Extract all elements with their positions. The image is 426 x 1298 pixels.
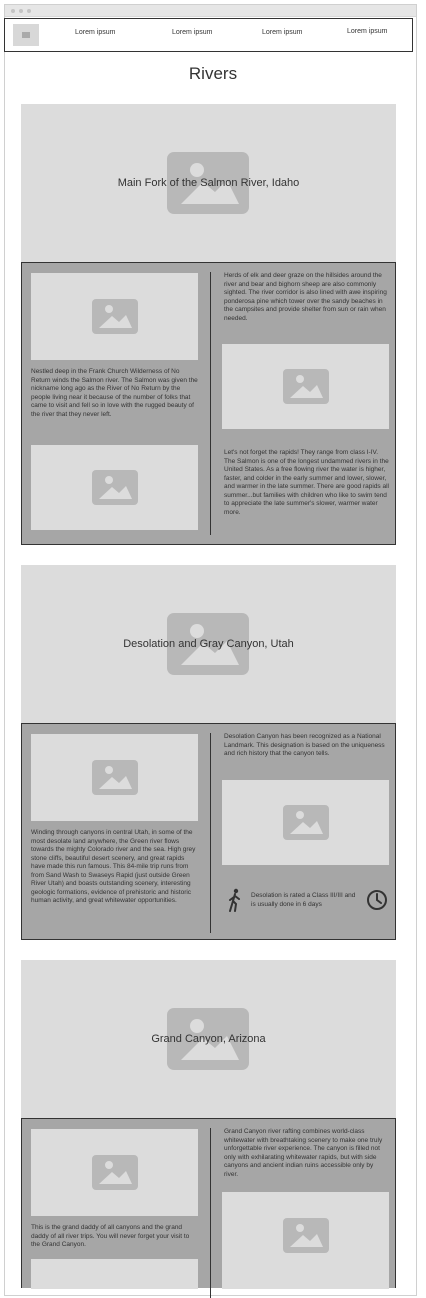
image-placeholder <box>31 734 198 821</box>
image-placeholder <box>31 1129 198 1216</box>
image-icon <box>92 1155 138 1190</box>
nav-link[interactable]: Lorem ipsum <box>262 29 302 36</box>
window-titlebar <box>5 5 416 17</box>
image-icon <box>92 470 138 505</box>
river-description: Winding through canyons in central Utah,… <box>31 829 196 904</box>
difficulty-info: Desolation is rated a Class III/III and … <box>251 892 356 908</box>
image-placeholder <box>31 273 198 360</box>
page-title: Rivers <box>188 64 238 83</box>
image-placeholder <box>31 1259 198 1289</box>
image-placeholder <box>31 445 198 530</box>
hero-caption: Grand Canyon, Arizona <box>151 1033 266 1045</box>
river-description: Grand Canyon river rafting combines worl… <box>224 1128 383 1178</box>
river-description: Desolation Canyon has been recognized as… <box>224 733 385 757</box>
image-icon <box>283 1218 329 1253</box>
clock-icon <box>367 890 387 910</box>
river-description: Let's not forget the rapids! They range … <box>224 449 389 516</box>
walking-person-icon <box>229 888 240 912</box>
nav-link[interactable]: Lorem ipsum <box>172 29 212 36</box>
hero-image: Grand Canyon, Arizona <box>21 960 396 1118</box>
river-description: Nestled deep in the Frank Church Wildern… <box>31 368 198 418</box>
river-description: This is the grand daddy of all canyons a… <box>31 1224 190 1248</box>
river-details: Winding through canyons in central Utah,… <box>21 723 396 940</box>
column-divider <box>210 1128 211 1298</box>
image-icon <box>283 805 329 840</box>
hero-caption: Main Fork of the Salmon River, Idaho <box>117 177 300 189</box>
column-divider <box>210 272 211 535</box>
image-placeholder <box>222 1192 389 1289</box>
hero-image: Main Fork of the Salmon River, Idaho <box>21 104 396 262</box>
window-control-dot[interactable] <box>27 9 31 13</box>
image-icon <box>92 760 138 795</box>
nav-link[interactable]: Lorem ipsum <box>347 28 387 35</box>
window-control-dot[interactable] <box>19 9 23 13</box>
top-navbar: Lorem ipsum Lorem ipsum Lorem ipsum Lore… <box>4 18 413 52</box>
hero-caption: Desolation and Gray Canyon, Utah <box>123 638 294 650</box>
river-details: This is the grand daddy of all canyons a… <box>21 1118 396 1298</box>
image-placeholder <box>222 344 389 429</box>
image-icon <box>283 369 329 404</box>
window-control-dot[interactable] <box>11 9 15 13</box>
logo-image-icon[interactable] <box>13 24 39 46</box>
image-icon <box>22 32 30 38</box>
river-description: Herds of elk and deer graze on the hills… <box>224 272 387 322</box>
hero-image: Desolation and Gray Canyon, Utah <box>21 565 396 723</box>
image-placeholder <box>222 780 389 865</box>
column-divider <box>210 733 211 933</box>
nav-link[interactable]: Lorem ipsum <box>75 29 115 36</box>
image-icon <box>92 299 138 334</box>
river-details: Nestled deep in the Frank Church Wildern… <box>21 262 396 545</box>
